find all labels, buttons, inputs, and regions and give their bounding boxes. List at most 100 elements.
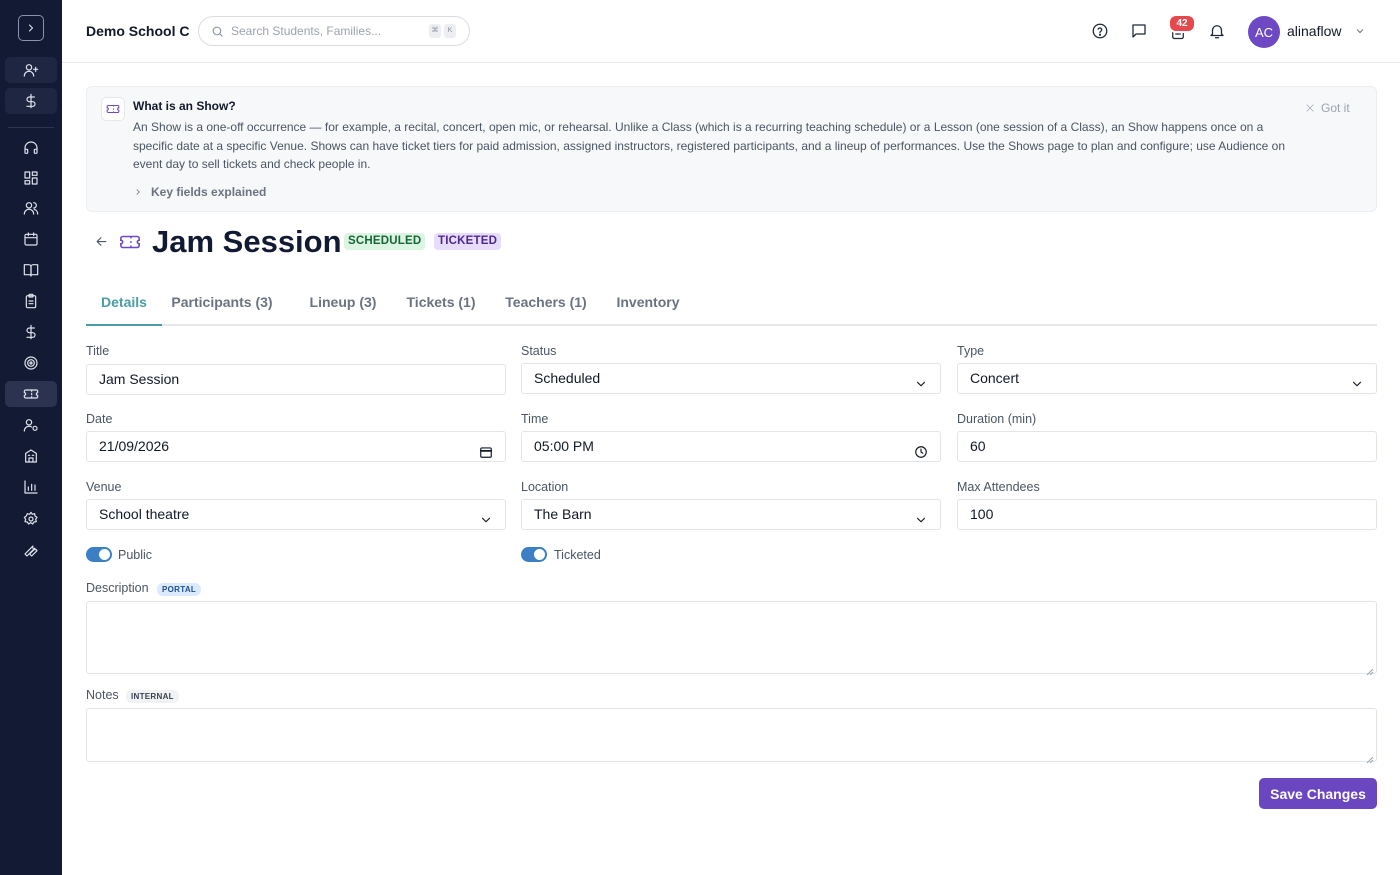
max-attendees-input[interactable]: 100 [957, 499, 1377, 530]
portal-tag: PORTAL [157, 583, 202, 596]
status-select[interactable]: Scheduled [521, 363, 941, 394]
sidebar-item-calendar[interactable] [5, 226, 57, 252]
sidebar-item-billing[interactable] [5, 88, 57, 114]
sidebar-expand-button[interactable] [18, 15, 44, 41]
back-button[interactable] [91, 231, 111, 251]
chevron-right-icon [28, 24, 34, 32]
ticket-icon [106, 104, 120, 114]
gear-icon [23, 511, 38, 525]
date-input[interactable]: 21/09/2026 [86, 431, 506, 462]
ticketed-badge: TICKETED [434, 233, 502, 250]
type-select[interactable]: Concert [957, 363, 1377, 394]
key-fields-label: Key fields explained [151, 185, 267, 199]
location-value: The Barn [534, 506, 592, 522]
user-menu-toggle[interactable] [1354, 24, 1368, 38]
location-select[interactable]: The Barn [521, 499, 941, 530]
help-button[interactable] [1089, 20, 1111, 42]
resize-handle-icon[interactable] [1366, 751, 1374, 764]
sidebar-item-settings[interactable] [5, 506, 57, 532]
tab-tickets[interactable]: Tickets (1) [396, 284, 486, 326]
sidebar-item-shows[interactable] [5, 381, 57, 407]
tab-inventory[interactable]: Inventory [608, 284, 688, 326]
resize-handle-icon[interactable] [1366, 663, 1374, 676]
status-value: Scheduled [534, 370, 601, 386]
save-changes-button[interactable]: Save Changes [1259, 778, 1377, 809]
tab-participants[interactable]: Participants (3) [164, 284, 280, 326]
username[interactable]: alinaflow [1287, 23, 1341, 39]
sidebar-item-people[interactable] [5, 195, 57, 221]
sidebar-item-tools[interactable] [5, 537, 57, 563]
tab-teachers[interactable]: Teachers (1) [498, 284, 594, 326]
user-cog-icon [23, 419, 38, 432]
banner-text: An Show is a one-off occurrence — for ex… [133, 120, 1285, 171]
calendar-icon[interactable] [479, 440, 493, 458]
school-name[interactable]: Demo School C [86, 23, 189, 39]
user-plus-icon [23, 64, 39, 77]
arrow-left-icon [96, 236, 106, 246]
time-input[interactable]: 05:00 PM [521, 431, 941, 462]
banner-title: What is an Show? [133, 99, 236, 113]
search-input[interactable] [231, 21, 421, 41]
description-textarea[interactable] [86, 601, 1377, 676]
tab-lineup[interactable]: Lineup (3) [298, 284, 388, 326]
calendar-icon [24, 232, 38, 246]
messages-button[interactable] [1128, 20, 1150, 42]
time-label: Time [521, 412, 549, 426]
duration-label: Duration (min) [957, 412, 1037, 426]
notifications-button[interactable] [1206, 20, 1228, 42]
sidebar-item-support[interactable] [5, 135, 57, 161]
sidebar-item-dashboard[interactable] [5, 165, 57, 191]
top-header: Demo School C ⌘ K 42 AC alinaflow [62, 0, 1400, 63]
sidebar-item-assignments[interactable] [5, 288, 57, 314]
ticketed-toggle[interactable] [521, 547, 547, 562]
chevron-down-icon [914, 372, 928, 387]
notes-textarea[interactable] [86, 708, 1377, 764]
dollar-icon [26, 93, 36, 109]
sidebar [0, 0, 62, 875]
ticket-icon [23, 389, 39, 399]
ticketed-label: Ticketed [554, 548, 601, 562]
tab-bar: Details Participants (3) Lineup (3) Tick… [86, 284, 1377, 326]
shortcut-key-k: K [444, 24, 456, 38]
type-label: Type [957, 344, 985, 358]
venue-select[interactable]: School theatre [86, 499, 506, 530]
bar-chart-icon [24, 480, 38, 494]
ticket-icon [119, 231, 141, 253]
clipboard-icon [25, 293, 37, 309]
location-label: Location [521, 480, 569, 494]
duration-input[interactable]: 60 [957, 431, 1377, 462]
target-icon [24, 356, 38, 370]
shortcut-key-cmd: ⌘ [429, 24, 441, 38]
sidebar-item-goals[interactable] [5, 350, 57, 376]
public-toggle[interactable] [86, 547, 112, 562]
users-icon [23, 202, 39, 215]
page-title: Jam Session [152, 224, 342, 259]
sidebar-item-payments[interactable] [5, 319, 57, 345]
chevron-right-icon [136, 189, 140, 195]
notification-count-badge: 42 [1168, 14, 1196, 33]
key-fields-toggle[interactable]: Key fields explained [133, 185, 266, 199]
sidebar-item-buildings[interactable] [5, 443, 57, 469]
internal-tag: INTERNAL [126, 690, 179, 703]
search-bar[interactable]: ⌘ K [198, 16, 470, 46]
chevron-down-icon [1350, 372, 1364, 387]
search-icon [212, 26, 223, 37]
dismiss-banner-button[interactable]: Got it [1305, 101, 1350, 115]
title-input[interactable]: Jam Session [86, 364, 506, 395]
info-banner: What is an Show? An Show is a one-off oc… [86, 86, 1377, 212]
sidebar-item-add-user[interactable] [5, 57, 57, 83]
message-square-icon [1132, 24, 1146, 38]
grid-icon [24, 171, 38, 185]
user-avatar[interactable]: AC [1248, 16, 1280, 48]
sidebar-item-staff[interactable] [5, 412, 57, 438]
clock-icon[interactable] [914, 440, 928, 458]
chevron-down-icon [1356, 29, 1364, 34]
tab-details[interactable]: Details [86, 284, 162, 326]
sidebar-item-reports[interactable] [5, 474, 57, 500]
sidebar-item-lessons[interactable] [5, 257, 57, 283]
headset-icon [24, 141, 38, 154]
venue-value: School theatre [99, 506, 190, 522]
venue-label: Venue [86, 480, 122, 494]
public-label: Public [118, 548, 153, 562]
type-value: Concert [970, 370, 1020, 386]
